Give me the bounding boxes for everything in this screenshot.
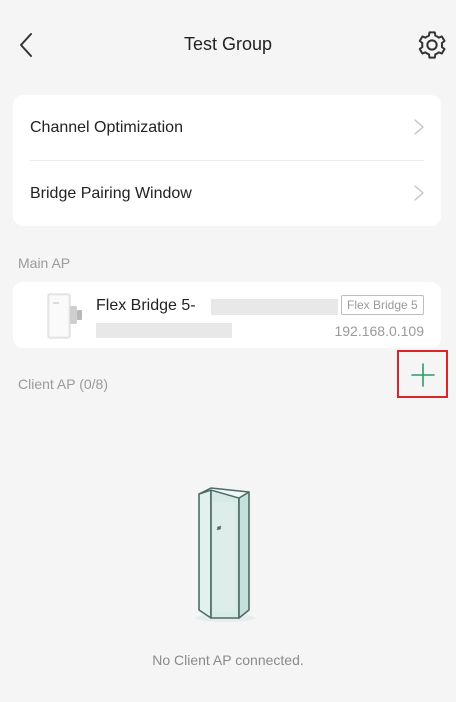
chevron-right-icon (414, 185, 424, 201)
settings-card: Channel Optimization Bridge Pairing Wind… (13, 95, 441, 226)
redacted-mac (96, 323, 232, 338)
channel-optimization-label: Channel Optimization (30, 119, 183, 136)
channel-optimization-row[interactable]: Channel Optimization (13, 95, 441, 160)
group-detail-screen: Test Group Channel Optimization Bridge P… (0, 0, 456, 702)
main-ap-section-label: Main AP (18, 255, 71, 271)
model-badge: Flex Bridge 5 (341, 295, 424, 315)
main-ap-name: Flex Bridge 5- (96, 297, 196, 314)
bridge-pairing-window-label: Bridge Pairing Window (30, 185, 192, 202)
bridge-pairing-window-row[interactable]: Bridge Pairing Window (13, 161, 441, 226)
plus-icon (411, 363, 435, 387)
page-title: Test Group (183, 34, 273, 54)
client-ap-section-label: Client AP (0/8) (18, 376, 109, 392)
main-ap-card[interactable]: Flex Bridge 5- Flex Bridge 5 192.168.0.1… (13, 282, 441, 348)
empty-state-text: No Client AP connected. (152, 652, 304, 668)
settings-button[interactable] (416, 29, 448, 61)
add-client-ap-button[interactable] (397, 350, 448, 398)
empty-client-ap-illustration (195, 487, 255, 622)
gear-icon (418, 31, 446, 59)
chevron-right-icon (414, 119, 424, 135)
device-thumbnail (47, 293, 82, 339)
redacted-name-suffix (211, 299, 338, 315)
header: Test Group (0, 0, 456, 92)
ip-address: 192.168.0.109 (334, 323, 424, 339)
